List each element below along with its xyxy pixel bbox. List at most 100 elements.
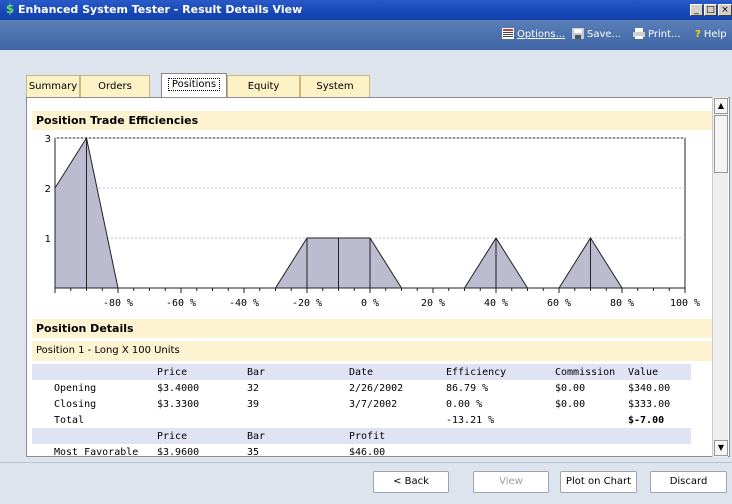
position-details-table: Price Bar Date Efficiency Commission Val… [32,364,691,455]
tab-positions-label: Positions [167,78,221,91]
table-cell: Total [54,414,85,426]
tab-summary[interactable]: Summary [26,75,80,97]
print-label: Print... [648,29,681,40]
table-cell [32,364,54,380]
table-header-cell: Date [349,364,446,380]
title-bar[interactable]: $ Enhanced System Tester - Result Detail… [0,0,732,20]
tab-positions[interactable]: Positions [161,73,227,98]
table-cell [349,412,446,428]
table-cell: $3.3300 [157,398,200,410]
print-button[interactable]: Print... [633,28,681,42]
x-tick-label: 40 % [484,298,508,309]
table-cell: $0.00 [555,382,586,394]
arrow-down-icon: ▼ [717,443,725,452]
x-tick-label: 80 % [610,298,634,309]
x-tick-label: 100 % [670,298,700,309]
table-header-cell: Efficiency [446,364,555,380]
table-cell: Most Favorable [54,446,139,456]
table-cell: 39 [247,398,260,410]
x-tick-label: 20 % [421,298,445,309]
table-cell [157,412,247,428]
x-tick-label: 60 % [547,298,571,309]
app-window: $ Enhanced System Tester - Result Detail… [0,0,732,504]
table-cell [555,444,628,455]
x-tick-label: -80 % [103,298,133,309]
scroll-up-button[interactable]: ▲ [714,98,728,114]
table-cell: 0.00 % [446,398,483,410]
table-cell: $-7.00 [628,414,665,426]
table-cell [247,412,349,428]
table-cell: $333.00 [628,398,671,410]
options-icon [502,28,514,39]
view-button[interactable]: View [473,471,549,493]
table-header-cell: Commission [555,364,628,380]
options-button[interactable]: Options... [502,28,565,42]
maximize-button[interactable]: □ [704,4,717,16]
section-details-title: Position Details [32,319,712,338]
close-button[interactable]: × [718,4,732,16]
button-bar: < Back View Plot on Chart Discard [0,462,732,504]
table-header-cell: Bar [247,364,349,380]
positions-panel: Position Trade Efficiencies 1 2 3 -80 % -60 … [26,97,730,457]
table-cell: $3.9600 [157,446,200,456]
table-cell [32,444,54,455]
table-header-cell [446,428,555,444]
print-icon [633,28,645,39]
table-cell: Opening [54,382,97,394]
tab-equity[interactable]: Equity [227,75,300,97]
vertical-scrollbar[interactable]: ▲ ▼ [712,97,728,457]
y-tick-label: 2 [45,184,51,195]
y-tick-label: 1 [45,234,51,245]
table-cell: 32 [247,382,260,394]
tab-summary-label: Summary [28,81,78,92]
table-header-row: Price Bar Date Efficiency Commission Val… [32,364,691,380]
options-label: Options... [517,29,566,40]
table-cell [32,396,54,412]
section-efficiencies-title: Position Trade Efficiencies [32,111,712,130]
table-cell: $0.00 [555,398,586,410]
table-cell [628,444,691,455]
table-cell: -13.21 % [446,414,495,426]
save-label: Save... [587,29,622,40]
x-tick-label: -60 % [166,298,196,309]
table-header-cell: Value [628,364,691,380]
scroll-thumb[interactable] [714,115,728,173]
table-header-row: Price Bar Profit [32,428,691,444]
tab-equity-label: Equity [247,81,280,92]
back-button[interactable]: < Back [373,471,449,493]
table-header-cell [54,428,157,444]
x-tick-label: 0 % [361,298,379,309]
scroll-down-button[interactable]: ▼ [714,440,728,456]
table-row: Most Favorable $3.9600 35 $46.00 [32,444,691,456]
panel-content: Position Trade Efficiencies 1 2 3 -80 % -60 … [32,111,712,455]
table-cell: $46.00 [349,446,386,456]
table-header-cell: Price [157,364,247,380]
tab-orders-label: Orders [98,81,132,92]
table-cell: $340.00 [628,382,671,394]
help-label: Help [703,29,727,40]
save-icon [572,28,584,39]
table-header-cell [555,428,628,444]
help-button[interactable]: ? Help [695,28,727,42]
table-row: Closing $3.3300 39 3/7/2002 0.00 % $0.00… [32,396,691,412]
tab-orders[interactable]: Orders [80,75,150,97]
table-header-cell: Profit [349,428,446,444]
table-cell: Closing [54,398,97,410]
efficiency-chart: 1 2 3 -80 % -60 % -40 % -20 % 0 % 20 % 40 % 60 % 80… [45,134,700,309]
tab-system[interactable]: System [300,75,370,97]
toolbar: Options... Save... Print... ? Help [0,20,732,50]
plot-on-chart-button[interactable]: Plot on Chart [560,471,637,493]
table-cell [32,412,54,428]
save-button[interactable]: Save... [572,28,621,42]
table-cell: 35 [247,446,260,456]
discard-button[interactable]: Discard [650,471,727,493]
table-header-cell [54,364,157,380]
window-title: Enhanced System Tester - Result Details … [18,3,303,16]
table-cell: 3/7/2002 [349,398,398,410]
table-header-cell: Price [157,428,247,444]
minimize-button[interactable]: _ [690,4,703,16]
table-cell [446,444,555,455]
table-row: Total -13.21 % $-7.00 [32,412,691,428]
table-cell: 86.79 % [446,382,489,394]
table-row: Opening $3.4000 32 2/26/2002 86.79 % $0.… [32,380,691,396]
